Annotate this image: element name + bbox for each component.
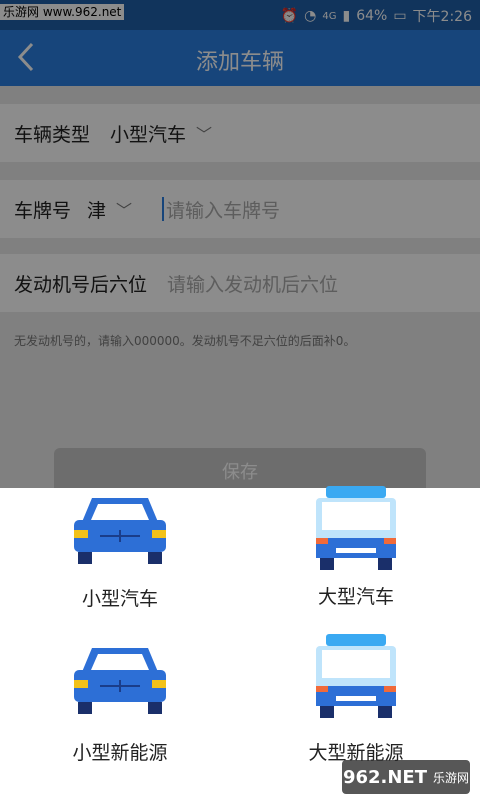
- watermark-logo-sub: 乐游网: [433, 770, 470, 785]
- option-label: 大型汽车: [317, 586, 394, 608]
- modal-overlay[interactable]: [0, 0, 480, 488]
- option-label: 小型新能源: [72, 742, 168, 764]
- site-watermark-logo: 962.NET 乐游网: [342, 760, 470, 794]
- sedan-icon: [74, 648, 166, 714]
- option-small-car[interactable]: 小型汽车: [20, 490, 220, 611]
- watermark-logo-text: 962.NET: [342, 766, 428, 788]
- option-large-new-energy[interactable]: 大型新能源: [256, 634, 456, 765]
- vehicle-type-sheet: 小型汽车 大型汽车 小型新能源 大型新能源 962.NET 乐游网: [0, 486, 480, 800]
- option-small-new-energy[interactable]: 小型新能源: [20, 640, 220, 765]
- bus-icon: [316, 634, 396, 718]
- bus-icon: [316, 486, 396, 570]
- option-label: 小型汽车: [81, 588, 158, 610]
- sedan-icon: [74, 498, 166, 564]
- option-large-car[interactable]: 大型汽车: [256, 486, 456, 609]
